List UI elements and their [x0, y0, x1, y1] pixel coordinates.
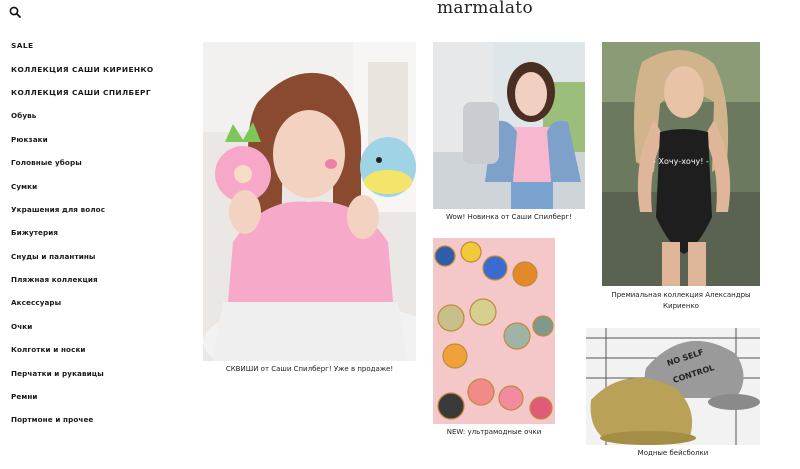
- sidebar-item-beach[interactable]: Пляжная коллекция: [11, 275, 98, 284]
- caption-glasses[interactable]: NEW: ультрамодные очки: [433, 428, 555, 436]
- search-icon[interactable]: [9, 6, 21, 18]
- sidebar-item-kirienko-collection[interactable]: КОЛЛЕКЦИЯ САШИ КИРИЕНКО: [11, 65, 154, 74]
- squishy-promo-image: [203, 42, 416, 361]
- sidebar-item-shoes[interactable]: Обувь: [11, 111, 36, 120]
- sidebar-item-backpacks[interactable]: Рюкзаки: [11, 135, 48, 144]
- sidebar-item-snoods[interactable]: Снуды и палантины: [11, 252, 96, 261]
- caps-promo-image: NO SELF CONTROL: [586, 328, 760, 445]
- caption-caps[interactable]: Модные бейсболки: [586, 449, 760, 457]
- caption-squishy[interactable]: СКВИШИ от Саши Спилберг! Уже в продаже!: [203, 365, 416, 373]
- promo-tile-spilberg[interactable]: [433, 42, 585, 209]
- kirienko-overlay-text: - Хочу-хочу! -: [653, 157, 709, 166]
- site-logo[interactable]: marmalato: [420, 0, 550, 18]
- promo-tile-squishy[interactable]: [203, 42, 416, 361]
- sidebar-item-headwear[interactable]: Головные уборы: [11, 158, 82, 167]
- sidebar-item-sale[interactable]: SALE: [11, 41, 33, 50]
- sidebar-item-hair-accessories[interactable]: Украшения для волос: [11, 205, 105, 214]
- promo-tile-glasses[interactable]: [433, 238, 555, 424]
- sidebar-item-belts[interactable]: Ремни: [11, 392, 38, 401]
- sidebar-item-bags[interactable]: Сумки: [11, 182, 37, 191]
- sidebar-item-wallets[interactable]: Портмоне и прочее: [11, 415, 93, 424]
- sidebar-item-jewelry[interactable]: Бижутерия: [11, 228, 58, 237]
- spilberg-promo-image: [433, 42, 585, 209]
- sidebar-item-accessories[interactable]: Аксессуары: [11, 298, 61, 307]
- sidebar-item-glasses[interactable]: Очки: [11, 322, 32, 331]
- sidebar-item-tights-socks[interactable]: Колготки и носки: [11, 345, 86, 354]
- caption-spilberg[interactable]: Wow! Новинка от Саши Спилберг!: [433, 213, 585, 221]
- sidebar-item-gloves[interactable]: Перчатки и рукавицы: [11, 369, 104, 378]
- promo-tile-kirienko[interactable]: - Хочу-хочу! -: [602, 42, 760, 286]
- caption-kirienko[interactable]: Премиальная коллекция Александры Кириенк…: [602, 290, 760, 312]
- sidebar-item-spilberg-collection[interactable]: КОЛЛЕКЦИЯ САШИ СПИЛБЕРГ: [11, 88, 151, 97]
- glasses-promo-image: [433, 238, 555, 424]
- promo-tile-caps[interactable]: NO SELF CONTROL: [586, 328, 760, 445]
